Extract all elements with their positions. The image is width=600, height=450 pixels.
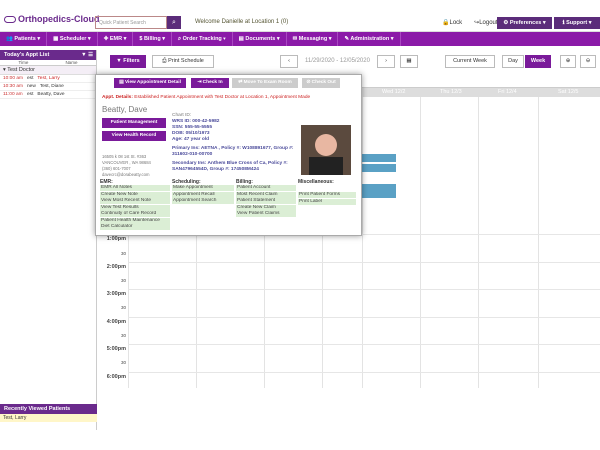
emr-link[interactable]: View Most Recent Note: [100, 198, 170, 204]
patient-photo: [301, 125, 351, 175]
support-button[interactable]: ℹ Support ▾: [554, 17, 600, 29]
calendar-event[interactable]: [362, 154, 396, 162]
preferences-button[interactable]: ⚙ Preferences ▾: [497, 17, 552, 29]
main-nav: 👥 Patients ▾ ▦ Scheduler ▾ ✚ EMR ▾ $ Bil…: [0, 32, 600, 46]
emr-link[interactable]: Diet Calculator: [100, 224, 170, 230]
recent-item[interactable]: Test, Larry: [0, 414, 97, 422]
prev-week-button[interactable]: ‹: [280, 55, 298, 68]
chevron-left-icon: ‹: [288, 58, 290, 64]
day-view-button[interactable]: Day: [502, 55, 524, 68]
quick-patient-search-input[interactable]: Quick Patient Search: [95, 16, 167, 29]
nav-scheduler[interactable]: ▦ Scheduler ▾: [47, 32, 98, 46]
view-appointment-detail-button[interactable]: ▤ View Appointment Detail: [114, 78, 186, 88]
time-label: 4:00pm: [106, 319, 126, 325]
nav-administration[interactable]: ✎ Administration ▾: [338, 32, 401, 46]
billing-link[interactable]: Patient Statement: [236, 198, 296, 204]
search-icon: ⌕: [172, 19, 176, 26]
nav-order-tracking[interactable]: ⌕ Order Tracking ▾: [172, 32, 233, 46]
scheduling-link[interactable]: Appointment Recall: [172, 191, 234, 198]
filters-button[interactable]: ▼ Filters: [110, 55, 146, 68]
patient-name: Beatty, Dave: [102, 105, 148, 114]
appt-list-header: Today's Appt List ▼ ☰: [0, 50, 96, 60]
next-week-button[interactable]: ›: [377, 55, 395, 68]
time-label: 1:00pm: [106, 236, 126, 242]
lock-link[interactable]: 🔒Lock: [442, 20, 468, 26]
calendar-picker-button[interactable]: ▦: [400, 55, 418, 68]
billing-link[interactable]: Patient Account: [236, 185, 296, 191]
scheduler-toolbar: ▼ Filters ⎙ Print Schedule ‹ 11/29/2020 …: [100, 52, 600, 74]
date-range: 11/29/2020 - 12/05/2020: [305, 58, 370, 64]
nav-patients[interactable]: 👥 Patients ▾: [0, 32, 48, 46]
time-label: 3:00pm: [106, 291, 126, 297]
billing-link[interactable]: View Patient Claims: [236, 211, 296, 217]
search-button[interactable]: ⌕: [167, 16, 181, 29]
zoom-out-button[interactable]: ⊖: [580, 55, 596, 68]
recent-header: Recently Viewed Patients: [0, 404, 97, 414]
check-out-button[interactable]: ⊘ Check Out: [302, 78, 340, 88]
half-hour-label: 30: [120, 251, 126, 256]
welcome-text: Welcome Danielle at Location 1 (0): [195, 19, 289, 25]
calendar-icon: ▦: [406, 58, 412, 64]
list-item[interactable]: 10:00 am est Test, Larry: [0, 75, 96, 83]
check-in-button[interactable]: ⇥ Check In: [191, 78, 229, 88]
avatar: [301, 125, 351, 175]
half-hour-label: 30: [120, 278, 126, 283]
patient-address: 16505 k 08 1st St. #363 VANCOUVER , WA 98…: [102, 154, 151, 177]
billing-link[interactable]: Create New Claim: [236, 204, 296, 211]
day-header-fri: Fri 12/4: [478, 88, 538, 97]
appointment-details: Appt. Details: Established Patient Appoi…: [102, 95, 311, 100]
filter-icon[interactable]: ▼ ☰: [81, 50, 93, 60]
misc-link[interactable]: Print Label: [298, 198, 356, 205]
half-hour-label: 30: [120, 360, 126, 365]
emr-link[interactable]: View Test Results: [100, 204, 170, 211]
time-label: 5:00pm: [106, 346, 126, 352]
recent-patients: Recently Viewed Patients Test, Larry: [0, 404, 97, 422]
billing-link[interactable]: Most Recent Claim: [236, 191, 296, 198]
doctor-group[interactable]: ▾ Test Doctor: [0, 66, 96, 75]
emr-link[interactable]: EMR All Notes: [100, 185, 170, 191]
list-item[interactable]: 10:30 am new Test, Diane: [0, 83, 96, 91]
day-header-sat: Sat 12/5: [538, 88, 600, 97]
scheduling-links: Scheduling: Make Appointment Appointment…: [172, 179, 234, 205]
zoom-out-icon: ⊖: [585, 58, 591, 64]
list-item[interactable]: 11:00 am est Beatty, Dave: [0, 91, 96, 99]
half-hour-label: 30: [120, 305, 126, 310]
scheduling-link[interactable]: Make Appointment: [172, 185, 234, 191]
week-view-button[interactable]: Week: [525, 55, 551, 68]
nav-emr[interactable]: ✚ EMR ▾: [98, 32, 134, 46]
misc-links: Miscellaneous: Print Patient Forms Print…: [298, 179, 356, 205]
chevron-right-icon: ›: [385, 58, 387, 64]
time-label: 6:00pm: [106, 374, 126, 380]
day-header-thu: Thu 12/3: [420, 88, 478, 97]
half-hour-label: 30: [120, 333, 126, 338]
emr-link[interactable]: Continuity of Care Record: [100, 211, 170, 217]
left-panel: Today's Appt List ▼ ☰ Time Name ▾ Test Doc…: [0, 50, 97, 430]
move-to-exam-room-button[interactable]: ⇄ Move To Exam Room: [232, 78, 298, 88]
misc-link[interactable]: Print Patient Forms: [298, 192, 356, 198]
zoom-in-icon: ⊕: [565, 58, 571, 64]
app-logo[interactable]: Orthopedics-Cloud: [4, 14, 100, 24]
emr-link[interactable]: Create New Note: [100, 191, 170, 198]
calendar-event[interactable]: [362, 184, 396, 198]
calendar-event[interactable]: [362, 164, 396, 172]
patient-info: Chart ID: WRS ID: 000-42-5982 SSN: 555-5…: [172, 113, 294, 172]
cloud-icon: [4, 16, 16, 24]
emr-links: EMR: EMR All Notes Create New Note View …: [100, 179, 170, 231]
nav-billing[interactable]: $ Billing ▾: [133, 32, 173, 46]
time-label: 2:00pm: [106, 264, 126, 270]
emr-link[interactable]: Patient Health Maintenance: [100, 217, 170, 224]
nav-messaging[interactable]: ✉ Messaging ▾: [287, 32, 339, 46]
nav-documents[interactable]: ▤ Documents ▾: [233, 32, 287, 46]
zoom-in-button[interactable]: ⊕: [560, 55, 576, 68]
day-header-wed: Wed 12/2: [362, 88, 420, 97]
billing-links: Billing: Patient Account Most Recent Cla…: [236, 179, 296, 218]
patient-popup: ▤ View Appointment Detail ⇥ Check In ⇄ M…: [95, 74, 362, 236]
current-week-button[interactable]: Current Week: [445, 55, 495, 68]
scheduling-link[interactable]: Appointment Search: [172, 198, 234, 204]
view-health-record-button[interactable]: View Health Record: [102, 131, 166, 141]
patient-management-button[interactable]: Patient Management: [102, 118, 166, 128]
print-schedule-button[interactable]: ⎙ Print Schedule: [152, 55, 214, 68]
